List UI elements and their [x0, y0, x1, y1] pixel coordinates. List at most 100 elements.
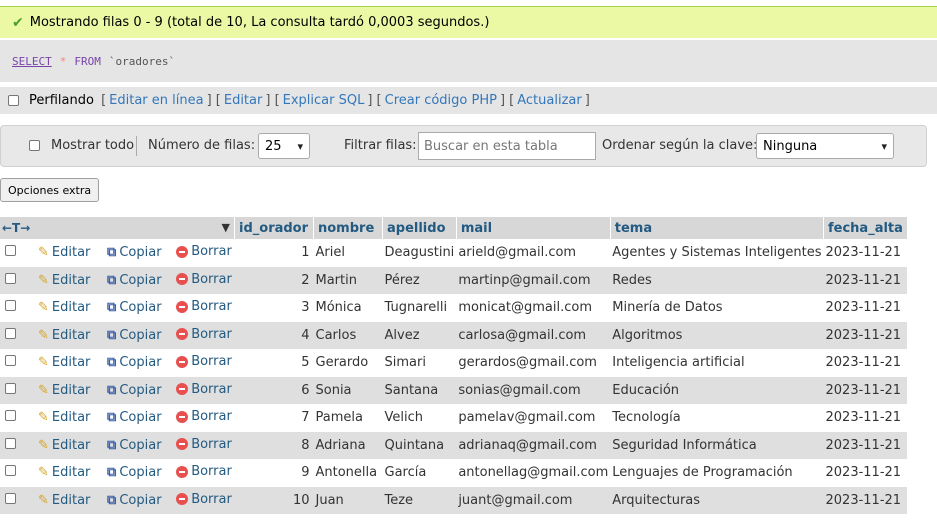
row-checkbox[interactable]: [4, 492, 16, 504]
edit-label[interactable]: Editar: [52, 493, 91, 508]
delete-action[interactable]: Borrar: [164, 294, 235, 322]
delete-label[interactable]: Borrar: [191, 354, 232, 369]
copy-label[interactable]: Copiar: [119, 465, 161, 480]
edit-label[interactable]: Editar: [52, 355, 91, 370]
inline-edit-link[interactable]: Editar en línea: [109, 93, 203, 108]
copy-label[interactable]: Copiar: [119, 273, 161, 288]
cell-tema[interactable]: Lenguajes de Programación: [610, 459, 824, 487]
edit-action[interactable]: ✎ Editar: [20, 431, 94, 459]
cell-nombre[interactable]: Pamela: [313, 404, 383, 432]
cell-id[interactable]: 5: [234, 349, 314, 377]
delete-action[interactable]: Borrar: [164, 349, 235, 377]
edit-query-link[interactable]: Editar: [224, 93, 263, 108]
cell-apellido[interactable]: Teze: [382, 486, 457, 514]
edit-action[interactable]: ✎ Editar: [20, 404, 94, 432]
copy-action[interactable]: ⧉ Copiar: [93, 266, 165, 294]
row-checkbox-cell[interactable]: [0, 349, 20, 377]
copy-action[interactable]: ⧉ Copiar: [93, 321, 165, 349]
cell-apellido[interactable]: Velich: [382, 404, 457, 432]
column-header-tema[interactable]: tema: [610, 217, 825, 239]
profiling-checkbox[interactable]: [8, 95, 19, 106]
cell-id[interactable]: 1: [234, 239, 314, 267]
row-checkbox-cell[interactable]: [0, 239, 20, 267]
delete-label[interactable]: Borrar: [191, 437, 232, 452]
cell-nombre[interactable]: Adriana: [313, 431, 383, 459]
row-checkbox-cell[interactable]: [0, 321, 20, 349]
edit-action[interactable]: ✎ Editar: [20, 486, 94, 514]
sort-down-icon[interactable]: ▼: [222, 221, 230, 234]
edit-action[interactable]: ✎ Editar: [20, 266, 94, 294]
column-header-fecha[interactable]: fecha_alta: [823, 217, 908, 239]
cell-tema[interactable]: Algoritmos: [610, 321, 824, 349]
cell-id[interactable]: 7: [234, 404, 314, 432]
cell-nombre[interactable]: Antonella: [313, 459, 383, 487]
refresh-link[interactable]: Actualizar: [517, 93, 581, 108]
delete-action[interactable]: Borrar: [164, 376, 235, 404]
edit-label[interactable]: Editar: [52, 245, 91, 260]
cell-fecha[interactable]: 2023-11-21: [823, 349, 908, 377]
delete-label[interactable]: Borrar: [191, 327, 232, 342]
row-checkbox[interactable]: [4, 245, 16, 257]
edit-label[interactable]: Editar: [52, 328, 91, 343]
show-all-label[interactable]: Mostrar todo: [51, 138, 134, 153]
cell-apellido[interactable]: Alvez: [382, 321, 457, 349]
sql-select-keyword[interactable]: SELECT: [12, 55, 52, 68]
copy-action[interactable]: ⧉ Copiar: [93, 294, 165, 322]
cell-mail[interactable]: martinp@gmail.com: [456, 266, 611, 294]
edit-label[interactable]: Editar: [52, 300, 91, 315]
cell-fecha[interactable]: 2023-11-21: [823, 239, 908, 267]
cell-mail[interactable]: arield@gmail.com: [456, 239, 611, 267]
sort-select[interactable]: Ninguna ▾: [756, 133, 894, 159]
cell-fecha[interactable]: 2023-11-21: [823, 431, 908, 459]
row-checkbox[interactable]: [4, 355, 16, 367]
copy-action[interactable]: ⧉ Copiar: [93, 404, 165, 432]
delete-label[interactable]: Borrar: [191, 382, 232, 397]
row-checkbox-cell[interactable]: [0, 431, 20, 459]
cell-fecha[interactable]: 2023-11-21: [823, 266, 908, 294]
cell-apellido[interactable]: Santana: [382, 376, 457, 404]
cell-apellido[interactable]: García: [382, 459, 457, 487]
copy-action[interactable]: ⧉ Copiar: [93, 376, 165, 404]
cell-fecha[interactable]: 2023-11-21: [823, 459, 908, 487]
edit-label[interactable]: Editar: [52, 410, 91, 425]
filter-input[interactable]: Buscar en esta tabla: [418, 132, 596, 160]
create-php-link[interactable]: Crear código PHP: [385, 93, 497, 108]
delete-label[interactable]: Borrar: [191, 464, 232, 479]
cell-id[interactable]: 2: [234, 266, 314, 294]
cell-apellido[interactable]: Pérez: [382, 266, 457, 294]
copy-action[interactable]: ⧉ Copiar: [93, 486, 165, 514]
edit-action[interactable]: ✎ Editar: [20, 294, 94, 322]
cell-fecha[interactable]: 2023-11-21: [823, 486, 908, 514]
edit-action[interactable]: ✎ Editar: [20, 376, 94, 404]
show-all-checkbox[interactable]: [29, 140, 40, 151]
copy-action[interactable]: ⧉ Copiar: [93, 239, 165, 267]
cell-id[interactable]: 4: [234, 321, 314, 349]
edit-label[interactable]: Editar: [52, 465, 91, 480]
delete-action[interactable]: Borrar: [164, 321, 235, 349]
cell-tema[interactable]: Minería de Datos: [610, 294, 824, 322]
copy-label[interactable]: Copiar: [119, 328, 161, 343]
edit-label[interactable]: Editar: [52, 383, 91, 398]
row-checkbox[interactable]: [4, 382, 16, 394]
copy-action[interactable]: ⧉ Copiar: [93, 349, 165, 377]
cell-id[interactable]: 3: [234, 294, 314, 322]
cell-nombre[interactable]: Martin: [313, 266, 383, 294]
edit-label[interactable]: Editar: [52, 273, 91, 288]
delete-label[interactable]: Borrar: [191, 244, 232, 259]
cell-tema[interactable]: Tecnología: [610, 404, 824, 432]
copy-label[interactable]: Copiar: [119, 355, 161, 370]
explain-sql-link[interactable]: Explicar SQL: [283, 93, 365, 108]
row-checkbox-cell[interactable]: [0, 266, 20, 294]
edit-label[interactable]: Editar: [52, 438, 91, 453]
cell-mail[interactable]: monicat@gmail.com: [456, 294, 611, 322]
cell-apellido[interactable]: Tugnarelli: [382, 294, 457, 322]
copy-label[interactable]: Copiar: [119, 383, 161, 398]
cell-mail[interactable]: adrianaq@gmail.com: [456, 431, 611, 459]
cell-mail[interactable]: gerardos@gmail.com: [456, 349, 611, 377]
cell-nombre[interactable]: Mónica: [313, 294, 383, 322]
cell-id[interactable]: 9: [234, 459, 314, 487]
cell-tema[interactable]: Redes: [610, 266, 824, 294]
row-checkbox-cell[interactable]: [0, 459, 20, 487]
edit-action[interactable]: ✎ Editar: [20, 349, 94, 377]
row-checkbox[interactable]: [4, 465, 16, 477]
